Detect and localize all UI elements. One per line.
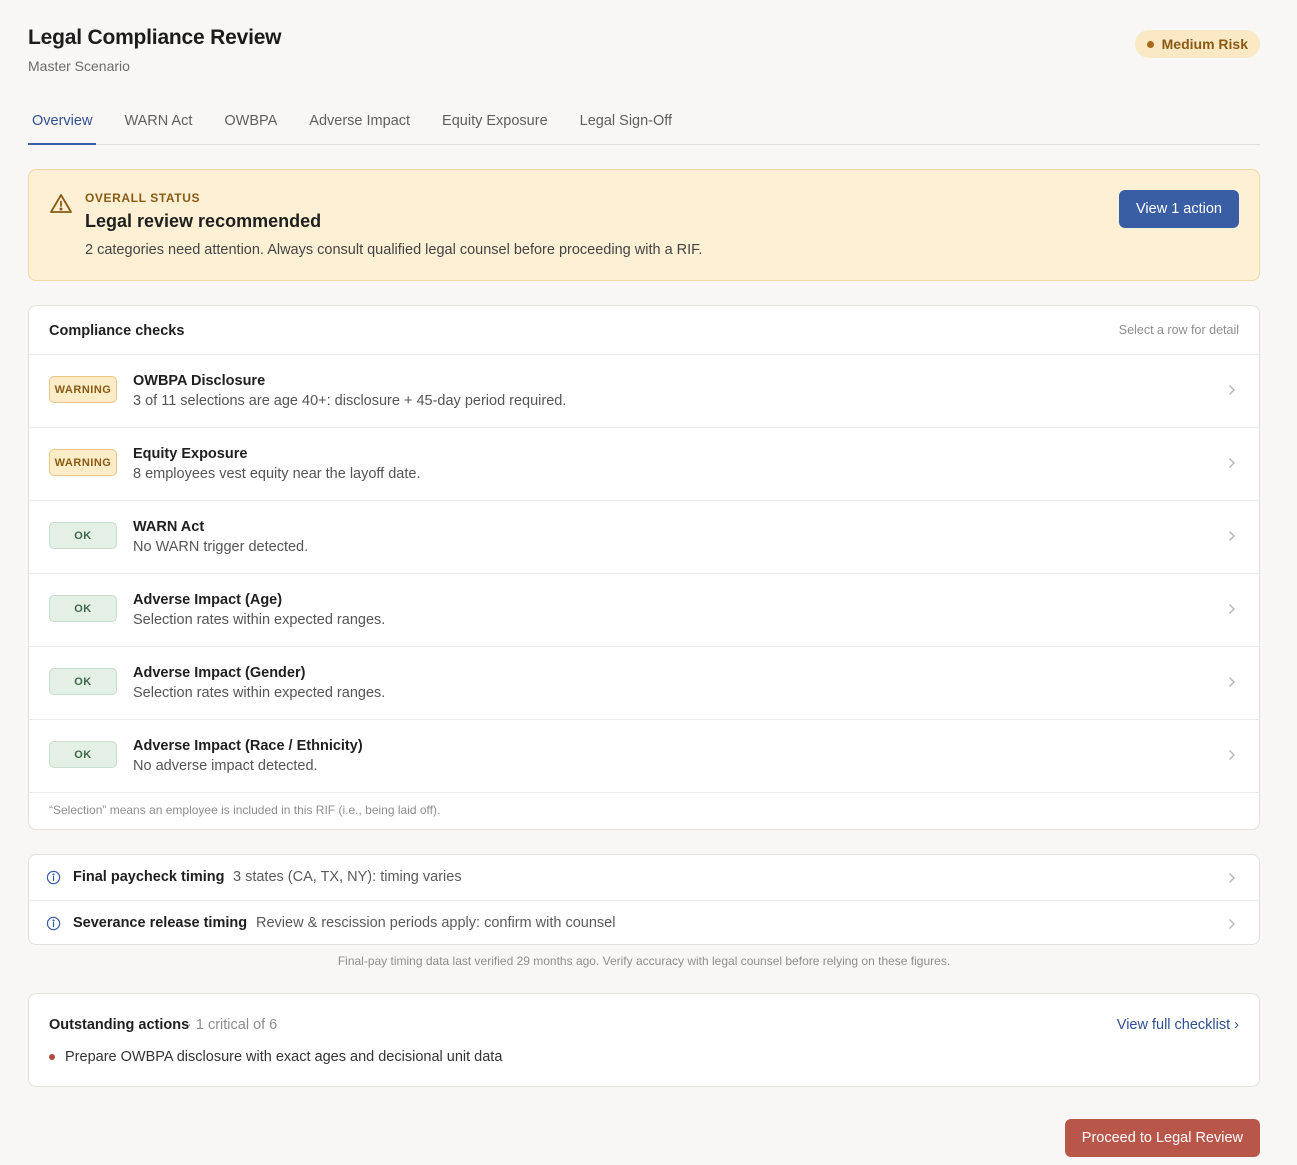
check-row-owbpa-disclosure[interactable]: WARNING OWBPA Disclosure 3 of 11 selecti… [29,355,1259,428]
chevron-right-icon [1229,458,1235,468]
chevron-right-icon [1229,873,1235,883]
legal-compliance-page: Legal Compliance Review Master Scenario … [28,0,1260,1157]
info-icon [46,916,61,931]
check-description: No adverse impact detected. [133,758,318,774]
risk-badge: Medium Risk [1134,30,1260,58]
status-eyebrow: OVERALL STATUS [85,191,201,205]
check-description: Selection rates within expected ranges. [133,685,386,701]
tab-legal-sign-off[interactable]: Legal Sign-Off [580,100,672,144]
status-pill: OK [49,522,117,549]
tab-equity-exposure[interactable]: Equity Exposure [442,100,548,144]
check-description: 8 employees vest equity near the layoff … [133,466,421,482]
overall-status-card: OVERALL STATUS Legal review recommended … [28,169,1260,281]
check-name: Adverse Impact (Gender) [133,665,306,681]
outstanding-actions-card: Outstanding actions · 1 critical of 6 Vi… [28,993,1260,1087]
checks-hint: Select a row for detail [1118,323,1239,337]
timing-row-severance-release[interactable]: Severance release timing Review & rescis… [29,900,1259,944]
check-name: Adverse Impact (Age) [133,592,283,608]
timing-label: Severance release timing [73,915,248,931]
risk-badge-label: Medium Risk [1161,36,1248,52]
check-row-equity-exposure[interactable]: WARNING Equity Exposure 8 employees vest… [29,428,1259,501]
chevron-right-icon [1229,604,1235,614]
check-row-adverse-impact-age[interactable]: OK Adverse Impact (Age) Selection rates … [29,574,1259,647]
timing-row-final-paycheck[interactable]: Final paycheck timing 3 states (CA, TX, … [29,855,1259,900]
check-row-warn-act[interactable]: OK WARN Act No WARN trigger detected. [29,501,1259,574]
status-title: Legal review recommended [85,211,322,231]
view-action-button[interactable]: View 1 action [1119,190,1239,228]
verification-note: Final-pay timing data last verified 29 m… [337,954,951,968]
tab-warn-act[interactable]: WARN Act [124,100,192,144]
risk-dot-icon [1146,40,1154,48]
info-icon [46,870,61,885]
view-full-checklist-link[interactable]: View full checklist › [1117,1017,1239,1033]
timing-value: Review & rescission periods apply: confi… [256,915,616,931]
page-title: Legal Compliance Review [28,26,282,49]
tab-owbpa[interactable]: OWBPA [224,100,277,144]
checks-header: Compliance checks Select a row for detai… [29,306,1259,355]
tab-overview[interactable]: Overview [28,100,97,145]
check-name: Adverse Impact (Race / Ethnicity) [133,738,363,754]
status-pill: OK [49,668,117,695]
warning-triangle-icon [50,194,72,213]
checks-title: Compliance checks [49,323,185,339]
compliance-checks-card: Compliance checks Select a row for detai… [28,305,1260,830]
actions-count: · 1 critical of 6 [187,1017,278,1033]
chevron-right-icon [1229,385,1235,395]
check-row-adverse-impact-race[interactable]: OK Adverse Impact (Race / Ethnicity) No … [29,720,1259,793]
check-name: Equity Exposure [133,446,248,462]
selection-footnote: “Selection” means an employee is include… [49,803,441,817]
critical-bullet-icon [49,1054,55,1060]
status-pill: WARNING [49,376,117,403]
check-row-adverse-impact-gender[interactable]: OK Adverse Impact (Gender) Selection rat… [29,647,1259,720]
chevron-right-icon [1229,677,1235,687]
actions-title: Outstanding actions [49,1017,190,1033]
status-pill: WARNING [49,449,117,476]
status-description: 2 categories need attention. Always cons… [85,242,703,258]
timing-value: 3 states (CA, TX, NY): timing varies [233,869,462,885]
page-subtitle: Master Scenario [28,58,130,74]
check-description: 3 of 11 selections are age 40+: disclosu… [133,393,567,409]
action-item-text: Prepare OWBPA disclosure with exact ages… [65,1049,503,1065]
chevron-right-icon [1229,919,1235,929]
chevron-right-icon [1229,531,1235,541]
action-item: Prepare OWBPA disclosure with exact ages… [49,1049,502,1065]
check-description: No WARN trigger detected. [133,539,309,555]
timing-card: Final paycheck timing 3 states (CA, TX, … [28,854,1260,945]
check-name: OWBPA Disclosure [133,373,266,389]
chevron-right-icon [1229,750,1235,760]
proceed-to-legal-review-button[interactable]: Proceed to Legal Review [1064,1119,1260,1157]
tab-adverse-impact[interactable]: Adverse Impact [309,100,410,144]
page-header: Legal Compliance Review Master Scenario … [28,0,1260,100]
check-description: Selection rates within expected ranges. [133,612,386,628]
tab-bar: Overview WARN Act OWBPA Adverse Impact E… [28,100,1260,145]
status-pill: OK [49,595,117,622]
check-name: WARN Act [133,519,205,535]
status-pill: OK [49,741,117,768]
timing-label: Final paycheck timing [73,869,225,885]
